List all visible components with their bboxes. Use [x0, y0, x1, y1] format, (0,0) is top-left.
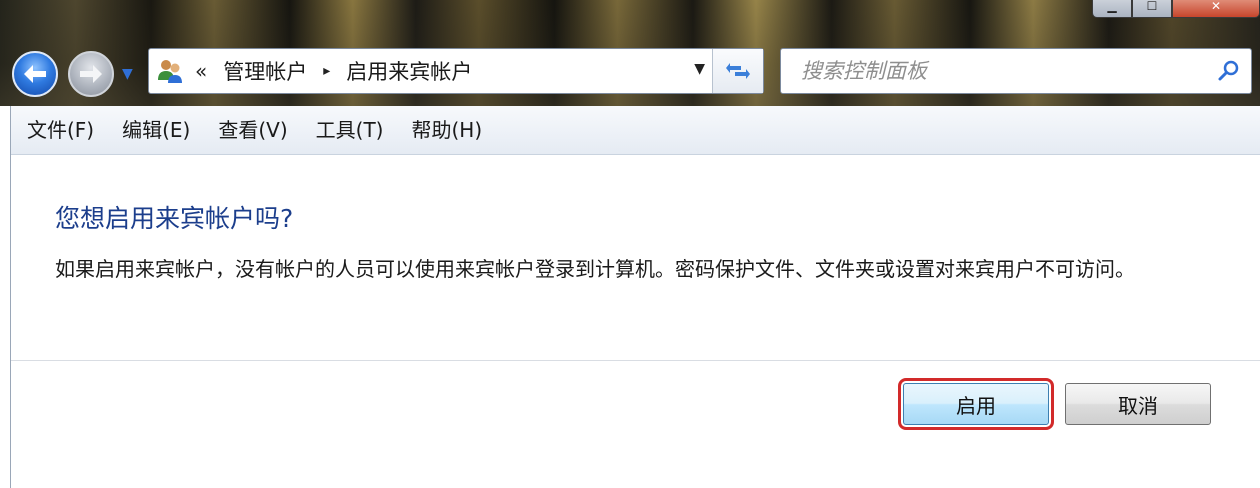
- minimize-icon: ▁: [1107, 0, 1117, 13]
- forward-button[interactable]: [68, 51, 114, 97]
- menu-edit[interactable]: 编辑(E): [108, 106, 204, 154]
- refresh-button[interactable]: [712, 49, 763, 93]
- forward-arrow-icon: [80, 65, 102, 83]
- refresh-icon: [726, 63, 750, 79]
- cancel-button[interactable]: 取消: [1065, 383, 1211, 425]
- breadcrumb-overflow[interactable]: «: [195, 59, 207, 83]
- dialog-content: 您想启用来宾帐户吗? 如果启用来宾帐户，没有帐户的人员可以使用来宾帐户登录到计算…: [11, 155, 1260, 488]
- menu-tools[interactable]: 工具(T): [302, 106, 398, 154]
- close-icon: ✕: [1210, 0, 1222, 13]
- users-icon: [153, 54, 187, 88]
- minimize-button[interactable]: ▁: [1092, 0, 1132, 18]
- breadcrumb-item[interactable]: 启用来宾帐户: [346, 56, 472, 86]
- breadcrumb: « 管理帐户 ▸ 启用来宾帐户: [187, 56, 472, 86]
- breadcrumb-separator[interactable]: ▸: [323, 63, 330, 79]
- description-text: 如果启用来宾帐户，没有帐户的人员可以使用来宾帐户登录到计算机。密码保护文件、文件…: [55, 257, 1135, 281]
- search-box[interactable]: [780, 48, 1252, 94]
- menu-bar: 文件(F) 编辑(E) 查看(V) 工具(T) 帮助(H): [11, 106, 1260, 155]
- close-button[interactable]: ✕: [1172, 0, 1260, 18]
- back-button[interactable]: [12, 51, 58, 97]
- menu-view[interactable]: 查看(V): [204, 106, 301, 154]
- caption-buttons: ▁ ☐ ✕: [1092, 0, 1260, 18]
- address-history-dropdown[interactable]: ▼: [694, 61, 705, 77]
- window-chrome: ▁ ☐ ✕ ▼ « 管理帐户 ▸ 启用来宾帐户 ▼ 搜索控制面板: [0, 0, 1260, 106]
- search-icon[interactable]: [1217, 59, 1241, 87]
- page-title: 您想启用来宾帐户吗?: [55, 204, 294, 233]
- address-bar[interactable]: « 管理帐户 ▸ 启用来宾帐户 ▼: [148, 48, 764, 94]
- maximize-icon: ☐: [1146, 0, 1158, 13]
- window-body: 文件(F) 编辑(E) 查看(V) 工具(T) 帮助(H) 您想启用来宾帐户吗?…: [10, 106, 1260, 488]
- back-arrow-icon: [24, 65, 46, 83]
- enable-button[interactable]: 启用: [898, 378, 1054, 430]
- recent-pages-dropdown[interactable]: ▼: [122, 66, 133, 82]
- menu-help[interactable]: 帮助(H): [397, 106, 496, 154]
- menu-file[interactable]: 文件(F): [13, 106, 108, 154]
- breadcrumb-item[interactable]: 管理帐户: [223, 56, 307, 86]
- search-input[interactable]: [799, 58, 1213, 84]
- maximize-button[interactable]: ☐: [1132, 0, 1172, 18]
- divider: [11, 360, 1260, 361]
